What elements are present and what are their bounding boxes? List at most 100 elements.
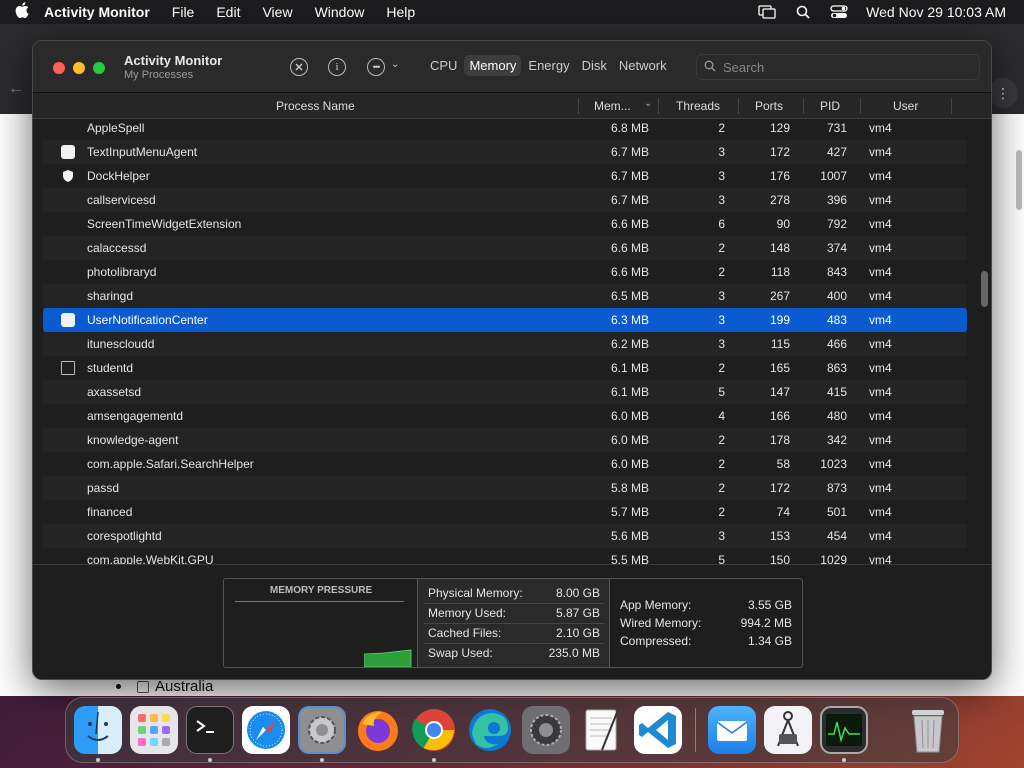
tab-energy[interactable]: Energy xyxy=(523,55,574,76)
dock xyxy=(65,697,959,763)
user-value: vm4 xyxy=(869,433,892,447)
chevron-down-icon[interactable]: ⌄ xyxy=(391,59,399,70)
ports-value: 166 xyxy=(769,409,790,423)
tab-memory[interactable]: Memory xyxy=(464,55,522,76)
spotlight-search-icon[interactable] xyxy=(794,5,812,19)
table-row[interactable]: knowledge-agent 6.0 MB 2 178 342 vm4 xyxy=(43,428,967,452)
table-row[interactable]: photolibraryd 6.6 MB 2 118 843 vm4 xyxy=(43,260,967,284)
table-row[interactable]: com.apple.WebKit.GPU 5.5 MB 5 150 1029 vm4 xyxy=(43,548,967,564)
column-divider[interactable] xyxy=(658,98,659,114)
tab-network[interactable]: Network xyxy=(614,55,672,76)
column-header-pid[interactable]: PID xyxy=(820,99,840,113)
table-scrollbar[interactable] xyxy=(981,271,988,307)
table-row[interactable]: com.apple.Safari.SearchHelper 6.0 MB 2 58 10… xyxy=(43,452,967,476)
table-row[interactable]: sharingd 6.5 MB 3 267 400 vm4 xyxy=(43,284,967,308)
search-input[interactable] xyxy=(723,58,963,76)
launchpad-icon[interactable] xyxy=(130,706,178,754)
memory-value: 5.5 MB xyxy=(610,553,649,564)
stop-process-button[interactable] xyxy=(290,58,308,76)
table-row[interactable]: financed 5.7 MB 2 74 501 vm4 xyxy=(43,500,967,524)
table-row[interactable]: studentd 6.1 MB 2 165 863 vm4 xyxy=(43,356,967,380)
browser-scrollbar[interactable] xyxy=(1016,150,1022,210)
firefox-icon[interactable] xyxy=(354,706,402,754)
ports-value: 178 xyxy=(769,433,790,447)
process-name: amsengagementd xyxy=(87,409,184,423)
table-row[interactable]: TextInputMenuAgent 6.7 MB 3 172 427 vm4 xyxy=(43,140,967,164)
system-settings-icon[interactable] xyxy=(522,706,570,754)
table-row[interactable]: axassetsd 6.1 MB 5 147 415 vm4 xyxy=(43,380,967,404)
search-field[interactable] xyxy=(696,54,980,80)
column-header-memory[interactable]: Mem... xyxy=(594,99,631,113)
memory-stat-label: Wired Memory: xyxy=(620,616,702,630)
textedit-icon[interactable] xyxy=(578,706,626,754)
column-divider[interactable] xyxy=(951,98,952,114)
memory-stat-value: 235.0 MB xyxy=(548,646,600,660)
terminal-icon[interactable] xyxy=(186,706,234,754)
memory-value: 6.6 MB xyxy=(610,217,649,231)
back-arrow-icon[interactable]: ← xyxy=(8,80,24,98)
menu-file[interactable]: File xyxy=(172,4,195,20)
inspect-process-button[interactable]: i xyxy=(328,58,346,76)
column-divider[interactable] xyxy=(738,98,739,114)
memory-stat-label: Compressed: xyxy=(620,634,692,648)
column-header-user[interactable]: User xyxy=(893,99,918,113)
more-actions-button[interactable]: ••• xyxy=(367,58,385,76)
control-center-icon[interactable] xyxy=(830,5,848,19)
pid-value: 843 xyxy=(826,265,847,279)
table-row[interactable]: calaccessd 6.6 MB 2 148 374 vm4 xyxy=(43,236,967,260)
column-header-threads[interactable]: Threads xyxy=(676,99,720,113)
pid-value: 396 xyxy=(826,193,847,207)
column-divider[interactable] xyxy=(578,98,579,114)
pid-value: 873 xyxy=(826,481,847,495)
app-window-icon xyxy=(61,361,75,375)
column-header-ports[interactable]: Ports xyxy=(755,99,783,113)
screenshot-icon[interactable] xyxy=(764,706,812,754)
process-name: calaccessd xyxy=(87,241,147,255)
memory-stat-label: Memory Used: xyxy=(428,606,507,620)
tab-cpu[interactable]: CPU xyxy=(425,55,462,76)
menu-edit[interactable]: Edit xyxy=(216,4,240,20)
table-row[interactable]: ScreenTimeWidgetExtension 6.6 MB 6 90 792 vm4 xyxy=(43,212,967,236)
table-row[interactable]: callservicesd 6.7 MB 3 278 396 vm4 xyxy=(43,188,967,212)
table-row[interactable]: passd 5.8 MB 2 172 873 vm4 xyxy=(43,476,967,500)
minimize-window-button[interactable] xyxy=(73,62,85,74)
finder-icon[interactable] xyxy=(74,706,122,754)
menu-view[interactable]: View xyxy=(262,4,292,20)
apple-menu-icon[interactable] xyxy=(0,2,44,22)
column-divider[interactable] xyxy=(803,98,804,114)
menubar-clock[interactable]: Wed Nov 29 10:03 AM xyxy=(866,4,1006,20)
memory-pressure-graph xyxy=(364,649,412,667)
table-row[interactable]: amsengagementd 6.0 MB 4 166 480 vm4 xyxy=(43,404,967,428)
memory-stat-row: Compressed: 1.34 GB xyxy=(620,631,792,651)
chrome-icon[interactable] xyxy=(410,706,458,754)
edge-icon[interactable] xyxy=(466,706,514,754)
tab-disk[interactable]: Disk xyxy=(577,55,612,76)
column-divider[interactable] xyxy=(860,98,861,114)
table-row[interactable]: DockHelper 6.7 MB 3 176 1007 vm4 xyxy=(43,164,967,188)
threads-value: 2 xyxy=(718,361,725,375)
mail-icon[interactable] xyxy=(708,706,756,754)
menu-help[interactable]: Help xyxy=(386,4,415,20)
process-name: axassetsd xyxy=(87,385,142,399)
browser-menu-icon[interactable]: ⋮ xyxy=(988,78,1018,108)
screen-mirroring-icon[interactable] xyxy=(758,5,776,19)
column-header-process-name[interactable]: Process Name xyxy=(276,99,355,113)
process-table: AppleSpell 6.8 MB 2 129 731 vm4 TextInputMenuA… xyxy=(33,119,991,564)
close-window-button[interactable] xyxy=(53,62,65,74)
safari-icon[interactable] xyxy=(242,706,290,754)
process-name: AppleSpell xyxy=(87,121,145,135)
activity-monitor-icon[interactable] xyxy=(820,706,868,754)
menu-app-name[interactable]: Activity Monitor xyxy=(44,4,150,20)
ports-value: 176 xyxy=(769,169,790,183)
table-row[interactable]: AppleSpell 6.8 MB 2 129 731 vm4 xyxy=(43,119,967,140)
sort-chevron-icon[interactable]: ⌄ xyxy=(644,98,652,109)
menu-window[interactable]: Window xyxy=(315,4,365,20)
trash-icon[interactable] xyxy=(904,704,952,756)
table-row[interactable]: itunescloudd 6.2 MB 3 115 466 vm4 xyxy=(43,332,967,356)
table-row[interactable]: corespotlightd 5.6 MB 3 153 454 vm4 xyxy=(43,524,967,548)
table-row[interactable]: UserNotificationCenter 6.3 MB 3 199 483 vm4 xyxy=(43,308,967,332)
zoom-window-button[interactable] xyxy=(93,62,105,74)
vscode-icon[interactable] xyxy=(634,706,682,754)
australia-checkbox[interactable] xyxy=(137,680,149,693)
system-preferences-icon[interactable] xyxy=(298,706,346,754)
